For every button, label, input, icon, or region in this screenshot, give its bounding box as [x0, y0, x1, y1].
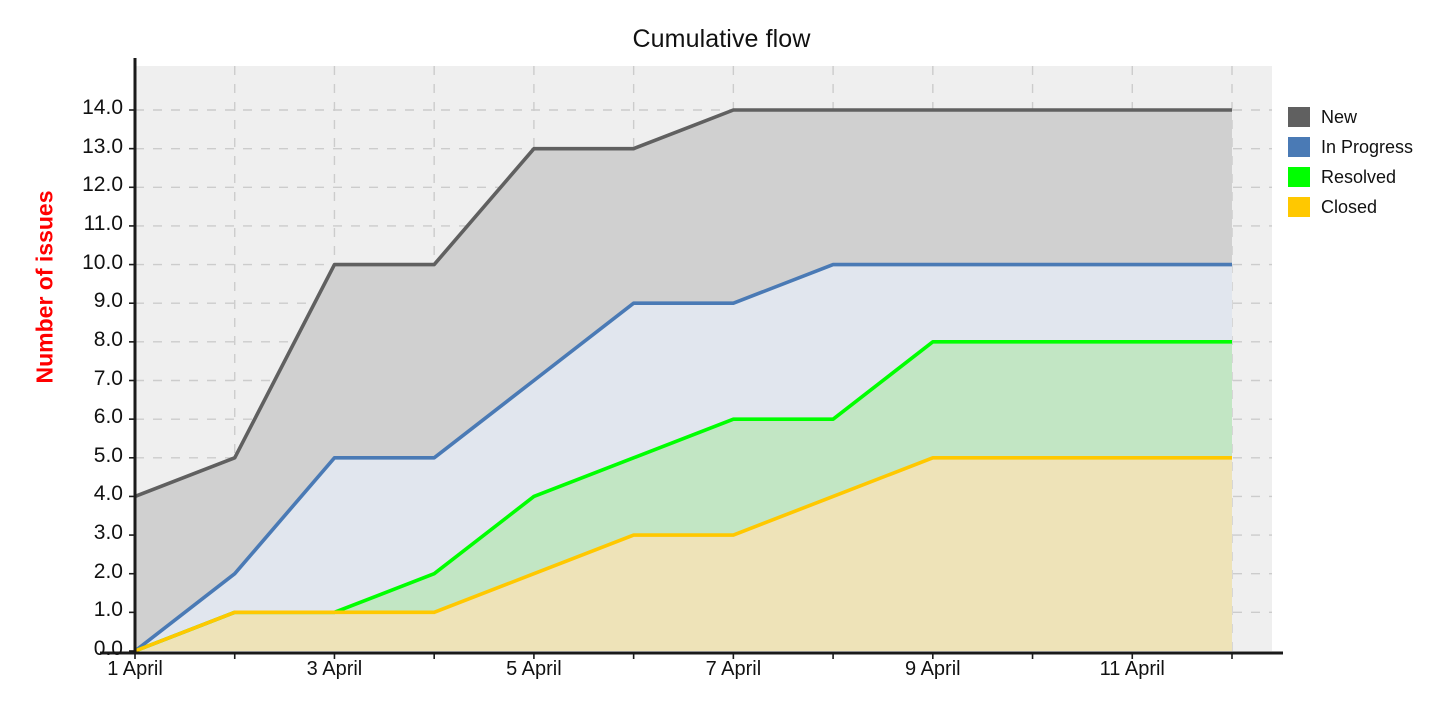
y-tick-label: 2.0 [93, 559, 123, 583]
y-tick-label: 12.0 [82, 173, 123, 197]
legend-item-resolved[interactable]: Resolved [1288, 162, 1413, 192]
legend-item-closed[interactable]: Closed [1288, 192, 1413, 222]
cumulative-flow-chart: Cumulative flow Number of issues 0.0 1.0 2… [0, 0, 1443, 728]
legend-swatch-icon [1288, 167, 1310, 187]
y-tick-label: 3.0 [93, 521, 123, 545]
y-tick-label: 6.0 [93, 405, 123, 429]
y-tick-label: 7.0 [93, 366, 123, 390]
legend-item-label: Closed [1321, 196, 1378, 217]
y-tick-label: 14.0 [82, 96, 123, 119]
legend-item-label: Resolved [1321, 166, 1397, 187]
x-tick-label: 7 April [705, 658, 762, 680]
x-tick-label: 11 April [1099, 658, 1165, 680]
y-tick-label: 10.0 [82, 250, 123, 274]
y-tick-label: 9.0 [93, 289, 123, 313]
y-tick-label: 5.0 [93, 443, 123, 467]
x-tick-label: 9 April [905, 658, 961, 680]
legend-item-in-progress[interactable]: In Progress [1288, 132, 1413, 162]
legend-item-new[interactable]: New [1288, 102, 1413, 132]
plot-area [100, 58, 1283, 659]
legend-swatch-icon [1288, 137, 1310, 157]
legend-swatch-icon [1288, 107, 1310, 127]
legend-item-label: In Progress [1321, 136, 1414, 157]
legend-swatch-icon [1288, 197, 1310, 217]
y-tick-label: 11.0 [83, 211, 123, 235]
x-tick-label: 1 April [107, 658, 163, 680]
y-tick-label: 4.0 [93, 482, 123, 506]
y-tick-label: 8.0 [93, 327, 123, 351]
y-tick-label: 1.0 [93, 598, 123, 622]
y-tick-label: 13.0 [82, 134, 123, 158]
x-tick-label: 3 April [306, 658, 363, 680]
chart-legend: New In Progress Resolved Closed [1288, 102, 1413, 222]
legend-item-label: New [1321, 106, 1358, 127]
x-tick-label: 5 April [506, 658, 562, 680]
